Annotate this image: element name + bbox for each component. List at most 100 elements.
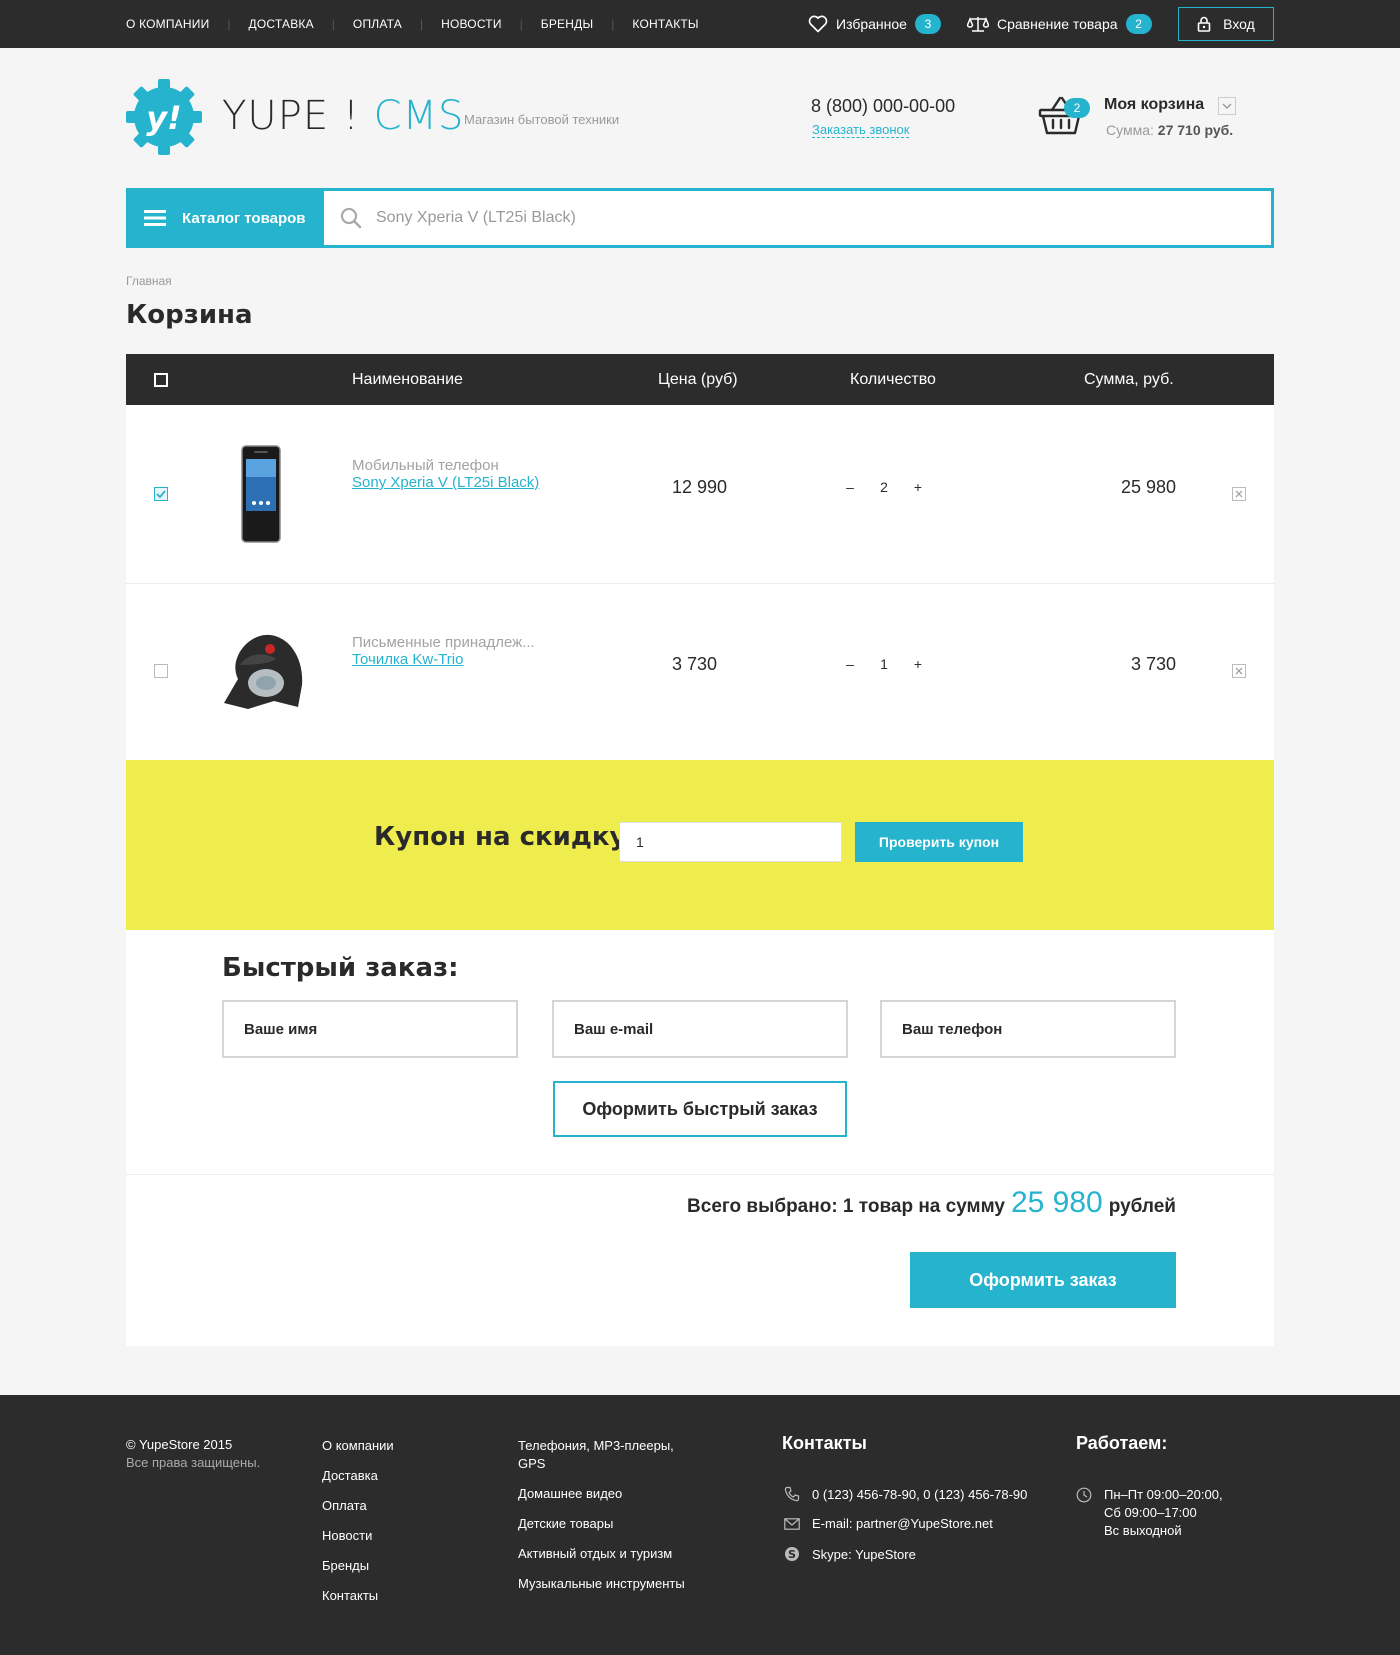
mail-icon <box>784 1517 800 1530</box>
skype-icon: S <box>785 1547 799 1561</box>
cart-count-badge: 2 <box>1064 98 1090 118</box>
footer-hours-title: Работаем: <box>1076 1433 1168 1453</box>
remove-item-button[interactable] <box>1232 487 1246 501</box>
svg-text:S: S <box>788 1548 796 1561</box>
footer-skype-text[interactable]: Skype: YupeStore <box>812 1547 916 1562</box>
catalog-button[interactable]: Каталог товаров <box>126 188 324 248</box>
compare-link[interactable]: Сравнение товара 2 <box>967 12 1152 36</box>
footer-category-link[interactable]: Музыкальные инструменты <box>518 1575 688 1593</box>
row-select-cell <box>154 664 168 678</box>
footer-rights: Все права защищены. <box>126 1455 261 1470</box>
qty-plus-button[interactable]: + <box>910 656 926 672</box>
quick-order-button[interactable]: Оформить быстрый заказ <box>553 1081 847 1137</box>
order-total: Всего выбрано: 1 товар на сумму 25 980 р… <box>687 1186 1176 1220</box>
qty-value[interactable]: 1 <box>872 656 896 672</box>
topnav-link-about[interactable]: О компании <box>126 17 209 31</box>
product-name-link[interactable]: Sony Xperia V (LT25i Black) <box>352 474 539 491</box>
product-price: 3 730 <box>672 654 718 674</box>
compare-label: Сравнение товара <box>997 16 1118 32</box>
select-all-cell <box>154 354 168 405</box>
logo-accent: CMS <box>373 93 465 139</box>
header-quantity: Количество <box>850 370 936 388</box>
favorites-link[interactable]: Избранное 3 <box>808 12 941 36</box>
cart-title[interactable]: Моя корзина <box>1104 96 1204 114</box>
select-all-checkbox[interactable] <box>154 372 168 387</box>
hours-saturday: Сб 09:00–17:00 <box>1104 1505 1197 1520</box>
topnav-link-brands[interactable]: Бренды <box>541 17 594 31</box>
topnav-link-contacts[interactable]: Контакты <box>632 17 698 31</box>
email-field[interactable] <box>552 1000 848 1058</box>
breadcrumb[interactable]: Главная <box>126 274 172 288</box>
footer-link-payment[interactable]: Оплата <box>322 1497 394 1515</box>
search-input[interactable] <box>376 209 1176 227</box>
qty-value[interactable]: 2 <box>872 479 896 495</box>
divider: | <box>611 17 615 31</box>
check-coupon-button[interactable]: Проверить купон <box>855 822 1023 862</box>
footer-category-link[interactable]: Детские товары <box>518 1515 688 1533</box>
remove-cell <box>1232 487 1246 501</box>
coupon-input[interactable] <box>619 822 842 862</box>
top-bar: О компании | Доставка | Оплата | Новости… <box>0 0 1400 48</box>
logo-text[interactable]: YUPE ! CMS <box>222 93 464 139</box>
row-checkbox[interactable] <box>154 487 168 501</box>
heart-icon <box>808 15 828 33</box>
product-price: 12 990 <box>672 477 728 497</box>
product-name-link[interactable]: Точилка Kw-Trio <box>352 651 463 668</box>
page-title: Корзина <box>126 300 253 330</box>
footer-hours: Пн–Пт 09:00–20:00, Сб 09:00–17:00 Вс вых… <box>1076 1486 1223 1540</box>
name-field[interactable] <box>222 1000 518 1058</box>
cart-sum-value: 27 710 руб. <box>1157 122 1234 138</box>
footer-category-link[interactable]: Домашнее видео <box>518 1485 688 1503</box>
qty-minus-button[interactable]: – <box>842 479 858 495</box>
remove-cell <box>1232 664 1246 678</box>
cart-dropdown-toggle[interactable] <box>1218 97 1236 115</box>
qty-plus-button[interactable]: + <box>910 479 926 495</box>
footer-link-brands[interactable]: Бренды <box>322 1557 394 1575</box>
catalog-label: Каталог товаров <box>182 209 306 227</box>
footer-email-text[interactable]: E-mail: partner@YupeStore.net <box>812 1516 993 1531</box>
qty-minus-button[interactable]: – <box>842 656 858 672</box>
footer-categories: Телефония, MP3-плееры, GPS Домашнее виде… <box>518 1437 688 1605</box>
footer-link-news[interactable]: Новости <box>322 1527 394 1545</box>
svg-text:y!: y! <box>146 99 181 137</box>
footer-link-about[interactable]: О компании <box>322 1437 394 1455</box>
topnav-link-payment[interactable]: Оплата <box>353 17 402 31</box>
cart-table-header: Наименование Цена (руб) Количество Сумма… <box>126 354 1274 405</box>
login-button[interactable]: Вход <box>1178 7 1274 41</box>
tagline: Магазин бытовой техники <box>464 112 620 127</box>
divider: | <box>331 17 335 31</box>
topnav-link-delivery[interactable]: Доставка <box>249 17 314 31</box>
compare-count-badge: 2 <box>1125 14 1152 34</box>
product-category: Мобильный телефон <box>352 457 499 474</box>
product-image-sharpener[interactable] <box>218 619 312 715</box>
divider: | <box>419 17 424 31</box>
total-amount: 25 980 <box>1010 1186 1103 1219</box>
close-icon <box>1235 667 1243 675</box>
quantity-stepper: – 2 + <box>842 479 926 495</box>
footer-category-link[interactable]: Активный отдых и туризм <box>518 1545 688 1563</box>
row-checkbox[interactable] <box>154 664 168 678</box>
remove-item-button[interactable] <box>1232 664 1246 678</box>
product-info: Письменные принадлеж... Точилка Kw-Trio <box>352 634 535 668</box>
footer-link-delivery[interactable]: Доставка <box>322 1467 394 1485</box>
coupon-label: Купон на скидку: <box>374 822 637 852</box>
topnav-link-news[interactable]: Новости <box>441 17 502 31</box>
footer-category-link[interactable]: Телефония, MP3-плееры, GPS <box>518 1437 688 1473</box>
footer-link-contacts[interactable]: Контакты <box>322 1587 394 1605</box>
phone-field[interactable] <box>880 1000 1176 1058</box>
top-nav: О компании | Доставка | Оплата | Новости… <box>126 0 699 48</box>
logo-gear-icon[interactable]: y! <box>126 78 202 156</box>
product-category: Письменные принадлеж... <box>352 634 535 651</box>
callback-link[interactable]: Заказать звонок <box>812 123 910 138</box>
footer-email: E-mail: partner@YupeStore.net <box>784 1516 993 1531</box>
header-name: Наименование <box>352 370 463 388</box>
row-sum: 25 980 <box>1120 477 1176 497</box>
login-label: Вход <box>1223 16 1255 32</box>
place-order-button[interactable]: Оформить заказ <box>910 1252 1176 1308</box>
logo-main: YUPE ! <box>222 93 360 139</box>
check-icon <box>156 490 166 498</box>
chevron-down-icon <box>1222 103 1232 109</box>
header-sum: Сумма, руб. <box>1084 370 1174 388</box>
header-phone: 8 (800) 000-00-00 <box>811 96 956 116</box>
product-image-phone[interactable] <box>240 445 282 543</box>
